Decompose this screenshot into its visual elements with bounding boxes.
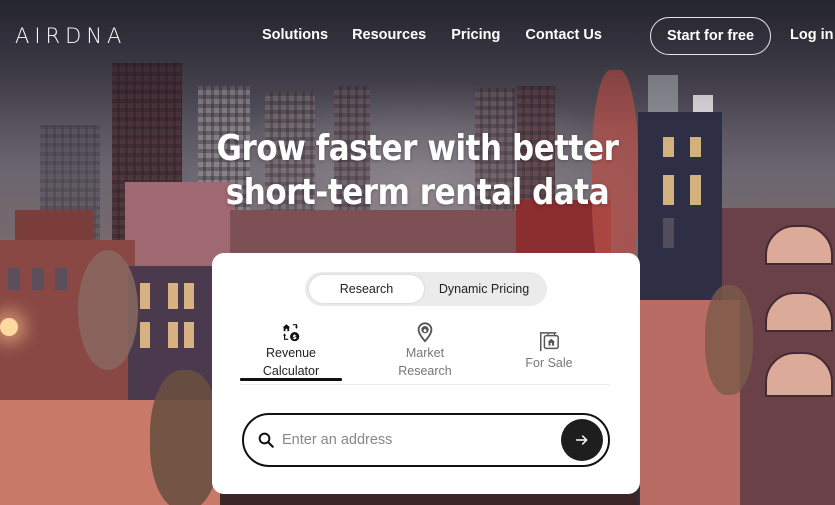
nav-links: Solutions Resources Pricing Contact Us: [262, 27, 602, 43]
product-toggle: Research Dynamic Pricing: [305, 272, 547, 306]
search-submit-button[interactable]: [561, 419, 603, 461]
svg-text:$: $: [292, 333, 297, 341]
hero-headline: Grow faster with better short-term renta…: [58, 127, 776, 215]
nav-link-resources[interactable]: Resources: [352, 27, 426, 43]
house-dollar-exchange-icon: $: [282, 324, 300, 342]
tab-for-sale[interactable]: For Sale: [502, 331, 596, 372]
hero-headline-line-1: Grow faster with better: [216, 128, 619, 169]
airdna-logo[interactable]: AIRDNA: [15, 24, 126, 48]
tab-revenue-calculator[interactable]: $ Revenue Calculator: [240, 321, 342, 381]
hanging-sign-house-icon: [540, 332, 559, 352]
map-pin-house-icon: [417, 322, 433, 343]
login-link[interactable]: Log in: [790, 27, 834, 43]
nav-link-pricing[interactable]: Pricing: [451, 27, 500, 43]
address-input[interactable]: [282, 427, 542, 453]
search-card: Research Dynamic Pricing $ Revenue Calcu…: [212, 253, 640, 494]
hero-headline-line-2: short-term rental data: [225, 172, 610, 213]
tab-label-line-1: Revenue: [265, 346, 317, 360]
tab-label-line-2: Calculator: [262, 364, 320, 378]
toggle-dynamic-pricing[interactable]: Dynamic Pricing: [425, 275, 543, 303]
start-for-free-button[interactable]: Start for free: [650, 17, 771, 55]
tab-label-line-1: For Sale: [525, 356, 573, 370]
top-navigation: AIRDNA Solutions Resources Pricing Conta…: [0, 0, 835, 70]
address-search-bar: [242, 413, 610, 467]
search-icon: [258, 432, 274, 448]
tab-label-line-2: Research: [398, 364, 452, 378]
nav-link-contact-us[interactable]: Contact Us: [525, 27, 602, 43]
arrow-right-icon: [575, 435, 588, 445]
nav-link-solutions[interactable]: Solutions: [262, 27, 328, 43]
tab-market-research[interactable]: Market Research: [374, 321, 476, 380]
toggle-research[interactable]: Research: [309, 275, 424, 303]
tab-label-line-1: Market: [405, 346, 445, 360]
active-tab-indicator: [240, 378, 342, 381]
tool-tabs: $ Revenue Calculator Market Research For…: [240, 317, 610, 385]
